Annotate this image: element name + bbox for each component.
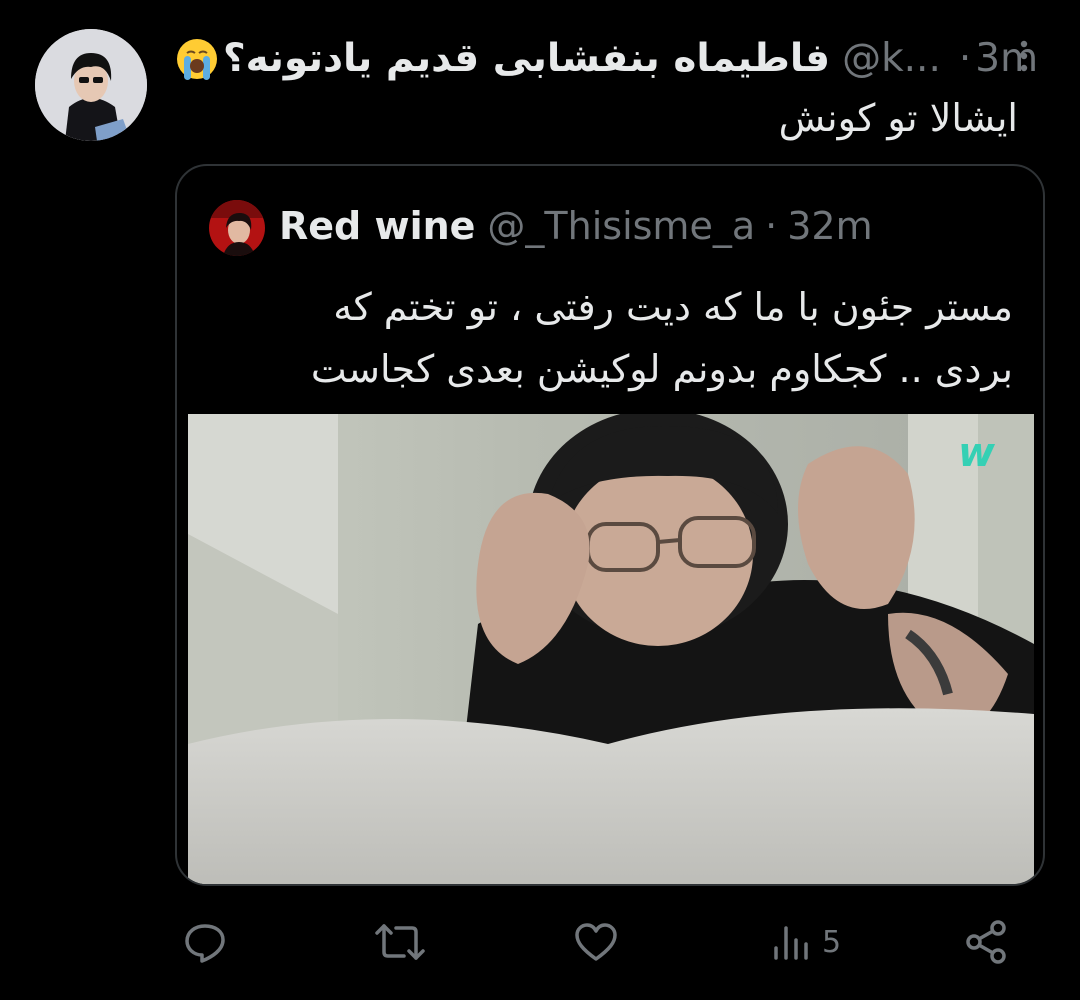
share-button[interactable] — [962, 912, 1010, 972]
views-count: 5 — [822, 924, 842, 960]
quote-author-name[interactable]: Red wine — [279, 204, 475, 248]
views-button[interactable]: 5 — [772, 912, 841, 972]
quote-text-line-1: مستر جئون با ما که دیت رفتی ، تو تختم که — [333, 285, 1013, 329]
retweet-icon — [375, 924, 425, 960]
quote-text-line-2: بردی .. کجکاوم بدونم لوکیشن بعدی کجاست — [310, 347, 1013, 391]
quote-author-avatar[interactable] — [209, 200, 265, 256]
reply-button[interactable] — [181, 912, 229, 972]
tweet-header: فاطیماه بنفشابی قدیم یادتونه؟ @k... · 3m — [174, 31, 1038, 87]
quote-separator: · — [765, 204, 778, 248]
author-handle[interactable]: @k... — [842, 31, 941, 87]
share-icon — [966, 920, 1006, 964]
retweet-button[interactable] — [374, 912, 426, 972]
quote-time[interactable]: 32m — [787, 204, 872, 248]
views-icon — [774, 926, 808, 960]
quote-author-handle[interactable]: @_Thisisme_a — [487, 204, 755, 248]
quote-header: Red wine @_Thisisme_a · 32m — [279, 198, 873, 254]
quote-media-photo[interactable]: w — [188, 414, 1034, 884]
quoted-tweet[interactable]: Red wine @_Thisisme_a · 32m مستر جئون با ما… — [175, 164, 1045, 886]
tweet-text: ایشالا تو کونش — [778, 96, 1018, 140]
author-avatar-image — [35, 29, 147, 141]
quote-text: مستر جئون با ما که دیت رفتی ، تو تختم که… — [253, 276, 1013, 400]
more-options-button[interactable] — [1006, 36, 1042, 76]
like-button[interactable] — [572, 912, 620, 972]
quote-author-avatar-image — [209, 200, 265, 256]
media-watermark: w — [958, 430, 996, 476]
author-display-name[interactable]: فاطیماه بنفشابی قدیم یادتونه؟ — [223, 31, 830, 87]
header-separator: · — [958, 36, 972, 81]
heart-icon — [575, 923, 617, 961]
reply-icon — [185, 924, 225, 963]
quote-photo-image: w — [188, 414, 1034, 884]
crying-face-emoji — [177, 39, 217, 80]
author-avatar[interactable] — [35, 29, 147, 141]
more-vertical-icon — [1020, 40, 1028, 72]
tweet-action-bar: 5 — [0, 912, 1080, 972]
